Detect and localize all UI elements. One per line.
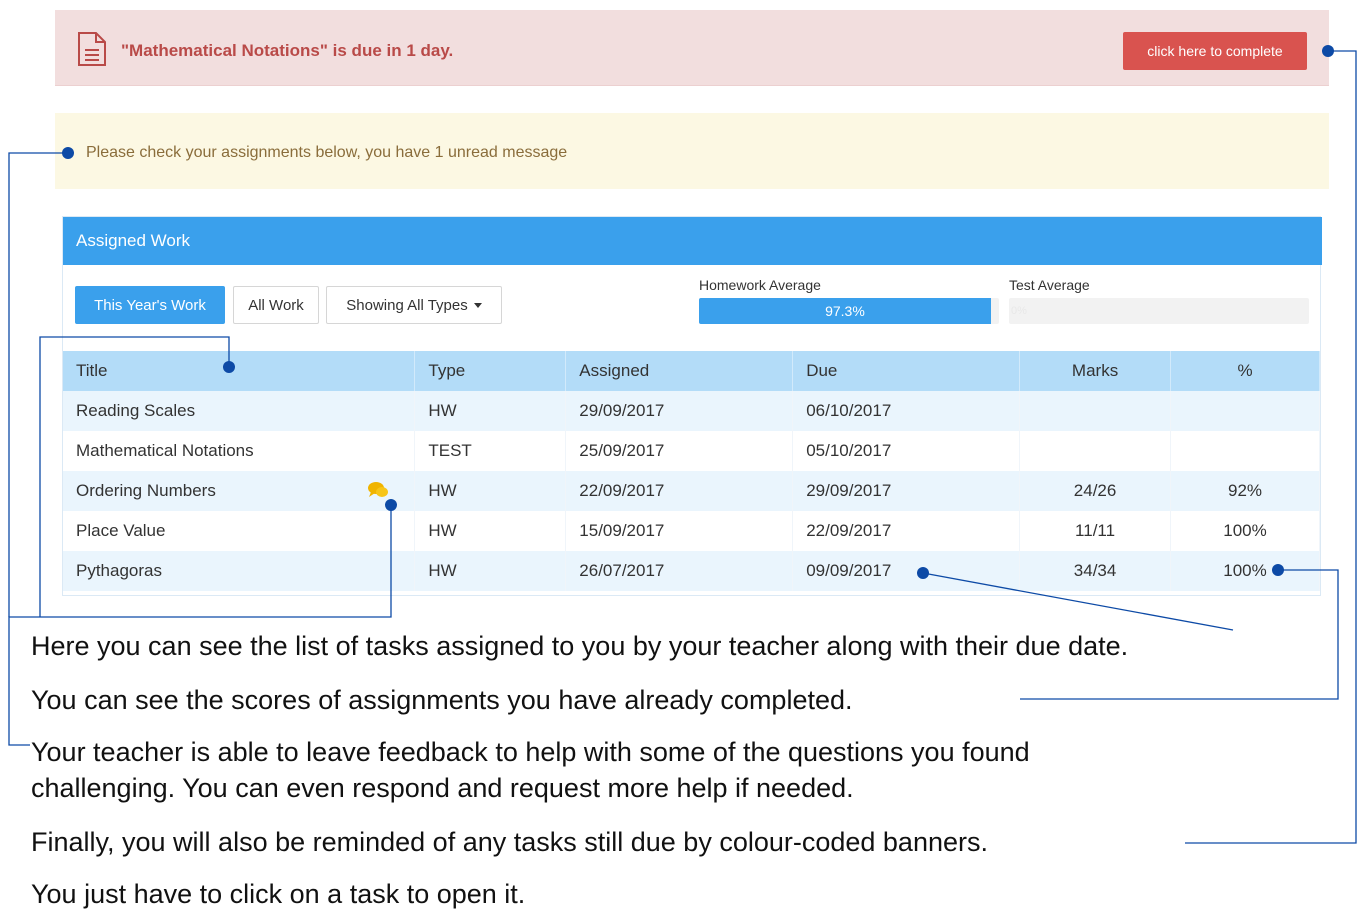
cell-type: HW xyxy=(414,471,567,511)
chat-bubble-icon[interactable] xyxy=(367,481,389,499)
homework-average-label: Homework Average xyxy=(699,277,821,293)
cell-type: HW xyxy=(414,391,567,431)
cell-title: Place Value xyxy=(63,511,416,551)
homework-average-value: 97.3% xyxy=(825,303,865,319)
table-row[interactable]: Pythagoras HW 26/07/2017 09/09/2017 34/3… xyxy=(63,551,1320,591)
column-header-type[interactable]: Type xyxy=(414,351,567,391)
cell-type: HW xyxy=(414,511,567,551)
cell-title: Ordering Numbers xyxy=(76,481,216,500)
test-average-bar: 0% xyxy=(1009,298,1309,324)
caption-scores: You can see the scores of assignments yo… xyxy=(31,685,853,715)
column-header-title[interactable]: Title xyxy=(63,351,416,391)
cell-percent: 100% xyxy=(1170,551,1320,591)
this-years-work-button[interactable]: This Year's Work xyxy=(75,286,225,324)
caption-task-list: Here you can see the list of tasks assig… xyxy=(31,631,1129,661)
cell-percent: 92% xyxy=(1170,471,1320,511)
column-header-due[interactable]: Due xyxy=(792,351,1021,391)
table-header-row: Title Type Assigned Due Marks % xyxy=(63,351,1320,391)
cell-assigned: 25/09/2017 xyxy=(565,431,794,471)
table-row[interactable]: Mathematical Notations TEST 25/09/2017 0… xyxy=(63,431,1320,471)
document-icon xyxy=(78,32,106,66)
table-row[interactable]: Place Value HW 15/09/2017 22/09/2017 11/… xyxy=(63,511,1320,551)
caption-feedback-line-1: Your teacher is able to leave feedback t… xyxy=(31,737,1030,767)
type-filter-dropdown[interactable]: Showing All Types xyxy=(326,286,502,324)
cell-assigned: 26/07/2017 xyxy=(565,551,794,591)
test-average-value: 0% xyxy=(1011,305,1027,317)
complete-assignment-button[interactable]: click here to complete xyxy=(1123,32,1307,70)
test-average-label: Test Average xyxy=(1009,277,1090,293)
cell-marks xyxy=(1019,391,1172,431)
cell-due: 22/09/2017 xyxy=(792,511,1021,551)
assigned-work-panel: Assigned Work This Year's Work All Work … xyxy=(62,216,1322,596)
column-header-assigned[interactable]: Assigned xyxy=(565,351,794,391)
caption-banners: Finally, you will also be reminded of an… xyxy=(31,827,988,857)
column-header-marks[interactable]: Marks xyxy=(1019,351,1172,391)
cell-percent: 100% xyxy=(1170,511,1320,551)
homework-average-fill: 97.3% xyxy=(699,298,991,324)
caption-feedback-line-2: challenging. You can even respond and re… xyxy=(31,773,854,803)
cell-marks: 24/26 xyxy=(1019,471,1172,511)
callout-line-message xyxy=(8,152,68,617)
cell-marks: 34/34 xyxy=(1019,551,1172,591)
cell-due: 09/09/2017 xyxy=(792,551,1021,591)
cell-assigned: 15/09/2017 xyxy=(565,511,794,551)
cell-marks: 11/11 xyxy=(1019,511,1172,551)
homework-average-bar: 97.3% xyxy=(699,298,999,324)
cell-percent xyxy=(1170,431,1320,471)
cell-marks xyxy=(1019,431,1172,471)
panel-heading: Assigned Work xyxy=(63,217,1322,265)
caption-click-task: You just have to click on a task to open… xyxy=(31,879,526,909)
assignments-table: Title Type Assigned Due Marks % Reading … xyxy=(63,351,1320,591)
cell-assigned: 22/09/2017 xyxy=(565,471,794,511)
all-work-button[interactable]: All Work xyxy=(233,286,319,324)
cell-percent xyxy=(1170,391,1320,431)
table-row[interactable]: Ordering Numbers HW 22/09/2017 29/09/201… xyxy=(63,471,1320,511)
table-row[interactable]: Reading Scales HW 29/09/2017 06/10/2017 xyxy=(63,391,1320,431)
unread-message-banner: Please check your assignments below, you… xyxy=(55,113,1329,189)
cell-title: Pythagoras xyxy=(63,551,416,591)
due-reminder-banner: "Mathematical Notations" is due in 1 day… xyxy=(55,10,1329,86)
cell-title-with-feedback: Ordering Numbers xyxy=(63,471,416,511)
column-header-percent[interactable]: % xyxy=(1170,351,1320,391)
cell-title: Reading Scales xyxy=(63,391,416,431)
cell-assigned: 29/09/2017 xyxy=(565,391,794,431)
type-filter-label: Showing All Types xyxy=(346,296,468,314)
cell-type: TEST xyxy=(414,431,567,471)
caret-down-icon xyxy=(473,302,482,308)
cell-title: Mathematical Notations xyxy=(63,431,416,471)
due-message: "Mathematical Notations" is due in 1 day… xyxy=(121,41,454,60)
unread-message-text: Please check your assignments below, you… xyxy=(86,144,568,161)
cell-due: 05/10/2017 xyxy=(792,431,1021,471)
cell-type: HW xyxy=(414,551,567,591)
cell-due: 06/10/2017 xyxy=(792,391,1021,431)
cell-due: 29/09/2017 xyxy=(792,471,1021,511)
test-average-fill: 0% xyxy=(1009,298,1027,324)
